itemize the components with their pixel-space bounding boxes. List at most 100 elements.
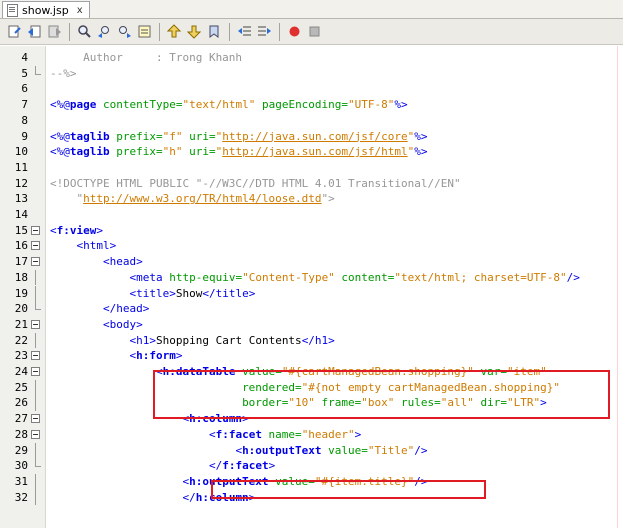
fold-toggle-icon[interactable] — [31, 319, 40, 329]
line-number: 5 — [21, 66, 28, 80]
forward-icon[interactable] — [46, 23, 63, 40]
line-number: 14 — [14, 208, 28, 221]
code-editor[interactable]: 4 Author : Trong Khanh 5 --%> 6 7 <%@page con… — [0, 46, 623, 528]
find-previous-icon[interactable] — [96, 23, 113, 40]
editor-toolbar — [0, 19, 623, 45]
code-text: <f:facet name="header"> — [50, 427, 361, 443]
macro-stop-icon[interactable] — [306, 23, 323, 40]
toolbar-separator — [229, 22, 230, 41]
code-token: "> — [321, 192, 335, 206]
code-line: 8 — [0, 113, 623, 129]
editor-tab-bar: show.jsp x — [0, 0, 623, 19]
toolbar-separator — [159, 22, 160, 41]
last-edit-icon[interactable] — [6, 23, 23, 40]
code-token: </ — [182, 490, 196, 504]
fold-guide — [35, 395, 36, 412]
code-token: " — [50, 192, 84, 206]
line-number: 27 — [14, 412, 28, 426]
code-text: </f:facet> — [50, 458, 275, 474]
fold-toggle-icon[interactable] — [31, 257, 40, 267]
fold-guide — [35, 269, 36, 286]
find-icon[interactable] — [76, 23, 93, 40]
code-text: <%@page contentType="text/html" pageEnco… — [50, 97, 408, 113]
code-token: <h1> — [129, 333, 156, 347]
line-number: 19 — [14, 286, 28, 300]
line-number: 26 — [14, 396, 28, 410]
code-token: f:view — [56, 223, 97, 237]
fold-toggle-icon[interactable] — [31, 241, 40, 251]
shift-left-icon[interactable] — [236, 23, 253, 40]
code-text: <h:form> — [50, 348, 182, 364]
code-line: 19 <title>Show</title> — [0, 285, 623, 302]
code-token: name= — [261, 427, 302, 441]
code-token: %> — [414, 145, 428, 159]
code-token: </head> — [102, 302, 150, 316]
line-number: 23 — [14, 349, 28, 363]
fold-toggle-icon[interactable] — [31, 351, 40, 361]
code-line: 30 </f:facet> — [0, 458, 623, 474]
line-number: 13 — [14, 192, 28, 206]
code-text: <%@taglib prefix="h" uri="http://java.su… — [50, 144, 428, 160]
next-bookmark-icon[interactable] — [186, 23, 203, 40]
shift-right-icon[interactable] — [256, 23, 273, 40]
code-token: http://java.sun.com/jsf/html — [222, 145, 408, 159]
code-line: 9 <%@taglib prefix="f" uri="http://java.s… — [0, 129, 623, 145]
line-number: 16 — [14, 239, 28, 253]
code-token: http://www.w3.org/TR/html4/loose.dtd — [83, 192, 322, 206]
fold-toggle-icon[interactable] — [31, 225, 40, 235]
toolbar-separator — [69, 22, 70, 41]
code-text: Author : Trong Khanh — [50, 50, 242, 66]
close-tab-icon[interactable]: x — [77, 5, 83, 16]
fold-guide — [35, 285, 36, 302]
code-token: %> — [394, 98, 408, 112]
line-number: 18 — [14, 270, 28, 284]
code-text: <title>Show</title> — [50, 286, 255, 302]
code-text: <html> — [50, 238, 117, 254]
code-text: <f:view> — [50, 223, 103, 239]
line-number: 29 — [14, 443, 28, 457]
find-next-icon[interactable] — [116, 23, 133, 40]
code-token: > — [96, 223, 103, 237]
code-token: "Content-Type" — [242, 270, 335, 284]
code-token: </ — [208, 459, 223, 473]
code-line: 22 <h1>Shopping Cart Contents</h1> — [0, 332, 623, 349]
fold-toggle-icon[interactable] — [31, 429, 40, 439]
file-tab-show-jsp[interactable]: show.jsp x — [2, 1, 90, 18]
code-text: <meta http-equiv="Content-Type" content=… — [50, 270, 579, 286]
code-line: 21 <body> — [0, 317, 623, 333]
toggle-bookmark-icon[interactable] — [206, 23, 223, 40]
code-text: <head> — [50, 254, 143, 270]
fold-toggle-icon[interactable] — [31, 367, 40, 376]
code-line: 6 — [0, 81, 623, 97]
toolbar-separator — [279, 22, 280, 41]
back-icon[interactable] — [26, 23, 43, 40]
code-text: <!DOCTYPE HTML PUBLIC "-//W3C//DTD HTML … — [50, 176, 461, 192]
code-line: 15 <f:view> — [0, 223, 623, 239]
line-number: 6 — [21, 82, 28, 96]
code-text: <%@taglib prefix="f" uri="http://java.su… — [50, 129, 428, 145]
toggle-highlight-icon[interactable] — [136, 23, 153, 40]
fold-end-marker — [35, 65, 41, 75]
code-token: <%@ — [50, 98, 70, 112]
macro-record-icon[interactable] — [286, 23, 303, 40]
code-token: --%> — [50, 66, 77, 80]
code-line: 4 Author : Trong Khanh — [0, 50, 623, 66]
line-number: 20 — [14, 302, 28, 316]
fold-toggle-icon[interactable] — [31, 414, 40, 424]
code-token: uri= — [182, 145, 216, 159]
code-token: "f" — [162, 129, 183, 143]
previous-bookmark-icon[interactable] — [166, 23, 183, 40]
code-token: http-equiv= — [162, 270, 243, 284]
code-token: uri= — [182, 129, 216, 143]
fold-end-marker — [35, 458, 41, 468]
code-token: < — [208, 427, 216, 441]
code-token: Show — [175, 286, 203, 300]
